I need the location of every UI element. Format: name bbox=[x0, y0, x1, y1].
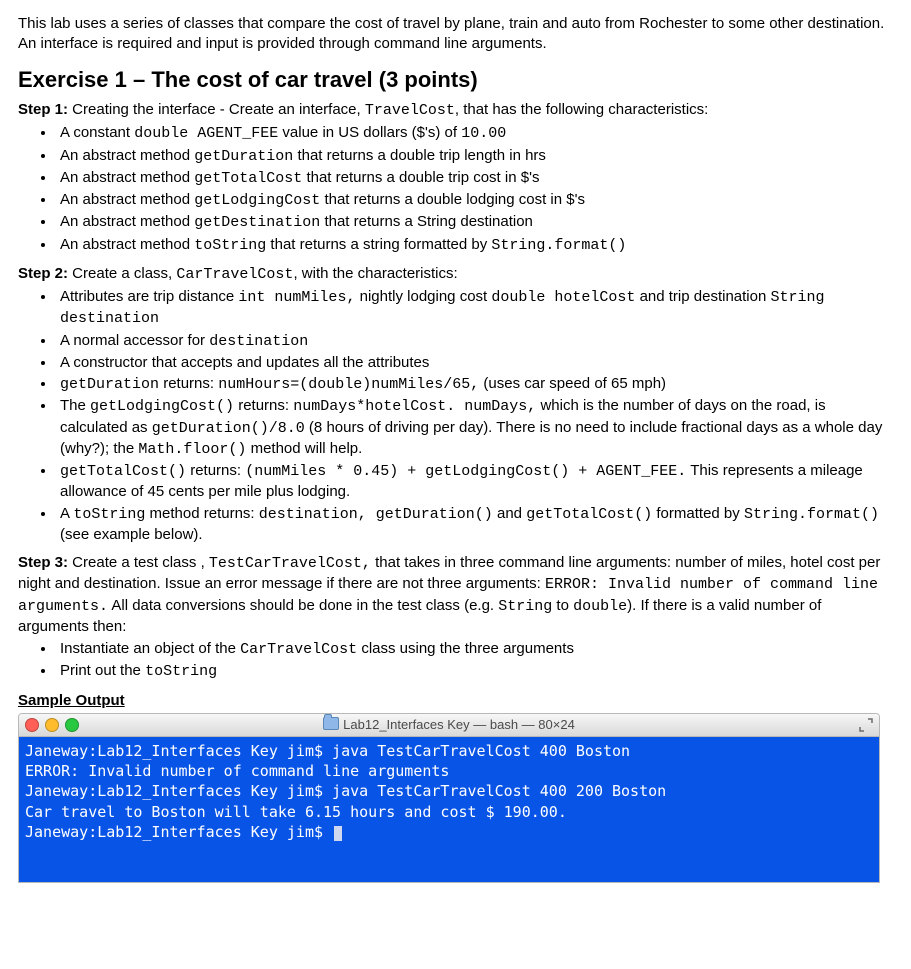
exercise-1-heading: Exercise 1 – The cost of car travel (3 p… bbox=[18, 65, 893, 95]
terminal-line: ERROR: Invalid number of command line ar… bbox=[25, 762, 449, 780]
expand-icon[interactable] bbox=[859, 718, 873, 732]
step-3: Step 3: Create a test class , TestCarTra… bbox=[18, 553, 893, 637]
list-item: Print out the toString bbox=[56, 661, 893, 682]
terminal-line: Janeway:Lab12_Interfaces Key jim$ java T… bbox=[25, 742, 630, 760]
list-item: An abstract method toString that returns… bbox=[56, 235, 893, 256]
list-item: Attributes are trip distance int numMile… bbox=[56, 287, 893, 330]
minimize-icon[interactable] bbox=[45, 718, 59, 732]
sample-output-heading: Sample Output bbox=[18, 691, 893, 711]
step-3-list: Instantiate an object of the CarTravelCo… bbox=[56, 639, 893, 683]
step-1-list: A constant double AGENT_FEE value in US … bbox=[56, 123, 893, 256]
step-1-text-a: Creating the interface - Create an inter… bbox=[68, 101, 365, 118]
terminal-title: Lab12_Interfaces Key — bash — 80×24 bbox=[19, 716, 879, 734]
step-1-label: Step 1: bbox=[18, 101, 68, 118]
list-item: A constant double AGENT_FEE value in US … bbox=[56, 123, 893, 144]
terminal-line: Car travel to Boston will take 6.15 hour… bbox=[25, 803, 567, 821]
list-item: An abstract method getDestination that r… bbox=[56, 212, 893, 233]
terminal-window: Lab12_Interfaces Key — bash — 80×24 Jane… bbox=[18, 713, 880, 883]
list-item: getDuration returns: numHours=(double)nu… bbox=[56, 374, 893, 395]
list-item: An abstract method getDuration that retu… bbox=[56, 146, 893, 167]
cursor-icon bbox=[334, 826, 342, 841]
intro-paragraph: This lab uses a series of classes that c… bbox=[18, 14, 893, 55]
step-3-label: Step 3: bbox=[18, 554, 68, 571]
code-travelcost: TravelCost bbox=[365, 102, 455, 119]
step-2: Step 2: Create a class, CarTravelCost, w… bbox=[18, 264, 893, 285]
terminal-body[interactable]: Janeway:Lab12_Interfaces Key jim$ java T… bbox=[19, 737, 879, 882]
step-2-list: Attributes are trip distance int numMile… bbox=[56, 287, 893, 545]
terminal-line: Janeway:Lab12_Interfaces Key jim$ bbox=[25, 823, 332, 841]
list-item: The getLodgingCost() returns: numDays*ho… bbox=[56, 396, 893, 460]
step-1: Step 1: Creating the interface - Create … bbox=[18, 100, 893, 121]
step-1-text-b: , that has the following characteristics… bbox=[455, 101, 708, 118]
list-item: A constructor that accepts and updates a… bbox=[56, 353, 893, 373]
list-item: An abstract method getLodgingCost that r… bbox=[56, 190, 893, 211]
list-item: A normal accessor for destination bbox=[56, 331, 893, 352]
folder-icon bbox=[323, 717, 339, 730]
terminal-line: Janeway:Lab12_Interfaces Key jim$ java T… bbox=[25, 782, 666, 800]
zoom-icon[interactable] bbox=[65, 718, 79, 732]
list-item: getTotalCost() returns: (numMiles * 0.45… bbox=[56, 461, 893, 503]
list-item: A toString method returns: destination, … bbox=[56, 504, 893, 546]
list-item: Instantiate an object of the CarTravelCo… bbox=[56, 639, 893, 660]
close-icon[interactable] bbox=[25, 718, 39, 732]
step-2-label: Step 2: bbox=[18, 265, 68, 282]
terminal-titlebar: Lab12_Interfaces Key — bash — 80×24 bbox=[19, 714, 879, 737]
list-item: An abstract method getTotalCost that ret… bbox=[56, 168, 893, 189]
